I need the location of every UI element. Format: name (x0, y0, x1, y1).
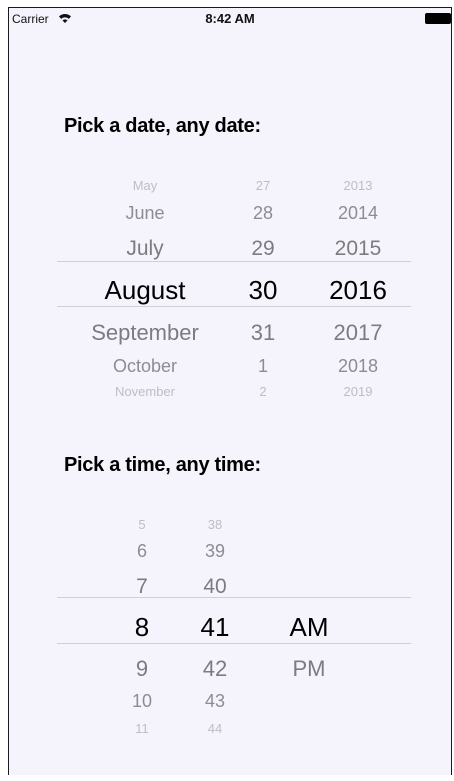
year-option[interactable]: 2018 (305, 357, 411, 375)
month-option[interactable]: July (57, 238, 233, 259)
period-option[interactable]: PM (279, 658, 339, 680)
year-option[interactable]: 2019 (305, 385, 411, 398)
day-option[interactable]: 31 (233, 322, 293, 344)
day-option[interactable]: 29 (233, 238, 293, 259)
minute-option[interactable]: 43 (185, 692, 245, 710)
minute-option[interactable]: 40 (185, 576, 245, 597)
selection-line-bottom (57, 643, 411, 644)
hour-option[interactable]: 7 (112, 576, 172, 597)
selection-line-bottom (57, 306, 411, 307)
minute-option[interactable]: 39 (185, 542, 245, 560)
month-option[interactable]: June (57, 204, 233, 222)
month-option[interactable]: September (57, 322, 233, 344)
time-picker-title: Pick a time, any time: (64, 454, 261, 476)
year-option[interactable]: 2017 (305, 322, 411, 344)
year-selected[interactable]: 2016 (305, 277, 411, 303)
minute-selected[interactable]: 41 (185, 614, 245, 640)
day-option[interactable]: 2 (233, 385, 293, 398)
hour-option[interactable]: 5 (112, 518, 172, 531)
hour-option[interactable]: 11 (112, 722, 172, 735)
year-option[interactable]: 2014 (305, 204, 411, 222)
hour-option[interactable]: 6 (112, 542, 172, 560)
day-option[interactable]: 28 (233, 204, 293, 222)
month-option[interactable]: October (57, 357, 233, 375)
date-picker[interactable]: May June July August September October Novembe… (57, 170, 411, 398)
day-selected[interactable]: 30 (233, 277, 293, 303)
phone-screen: Carrier 8:42 AM Pick a date, any date: M… (8, 7, 452, 775)
day-option[interactable]: 1 (233, 357, 293, 375)
selection-line-top (57, 261, 411, 262)
month-selected[interactable]: August (57, 277, 233, 303)
date-picker-title: Pick a date, any date: (64, 115, 261, 137)
time-picker[interactable]: 5 6 7 8 9 10 11 38 39 40 41 42 43 44 AM PM (57, 508, 411, 735)
hour-selected[interactable]: 8 (112, 614, 172, 640)
status-time: 8:42 AM (205, 11, 255, 26)
month-option[interactable]: May (57, 179, 233, 192)
status-bar: Carrier 8:42 AM (9, 8, 451, 28)
minute-option[interactable]: 42 (185, 658, 245, 680)
day-option[interactable]: 27 (233, 179, 293, 192)
minute-option[interactable]: 44 (185, 722, 245, 735)
year-option[interactable]: 2015 (305, 238, 411, 259)
battery-icon (425, 13, 451, 24)
month-option[interactable]: November (57, 385, 233, 398)
period-selected[interactable]: AM (279, 614, 339, 640)
hour-option[interactable]: 9 (112, 658, 172, 680)
hour-option[interactable]: 10 (112, 692, 172, 710)
minute-option[interactable]: 38 (185, 518, 245, 531)
selection-line-top (57, 597, 411, 598)
year-option[interactable]: 2013 (305, 179, 411, 192)
